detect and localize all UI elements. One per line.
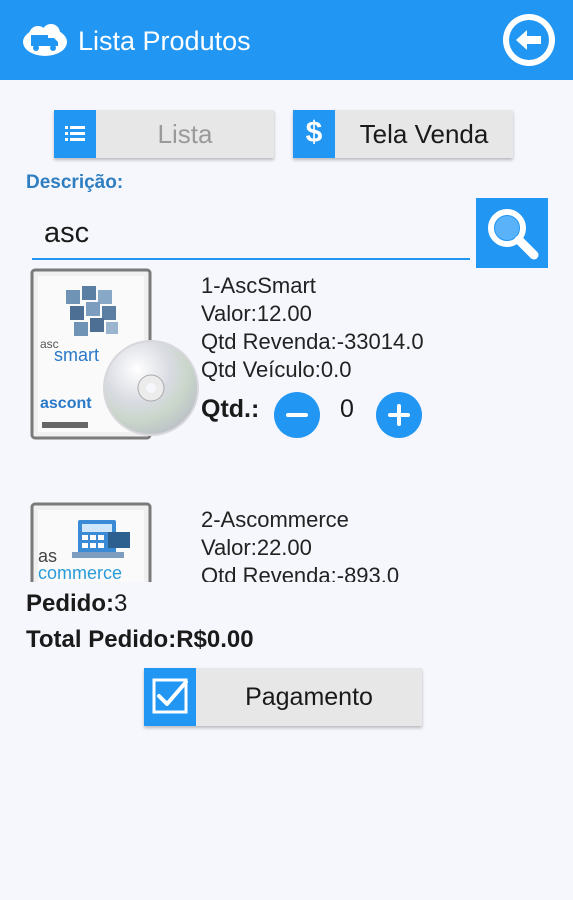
list-icon xyxy=(54,110,96,158)
search-input[interactable] xyxy=(32,208,470,260)
tela-venda-label: Tela Venda xyxy=(359,119,489,149)
pedido-label: Pedido: xyxy=(26,590,114,617)
lista-button[interactable]: Lista xyxy=(54,110,274,158)
product-qtd-revenda: Qtd Revenda:-893.0 xyxy=(201,563,400,582)
list-item[interactable]: asc smart ascont 1-AscSmart Valor:12.00 … xyxy=(0,266,573,486)
product-qtd-revenda: Qtd Revenda:-33014.0 xyxy=(201,329,424,354)
pagamento-button[interactable]: Pagamento xyxy=(144,668,422,726)
svg-text:commerce: commerce xyxy=(38,563,122,582)
app-bar: Lista Produtos xyxy=(0,0,573,80)
svg-text:ascont: ascont xyxy=(40,395,92,412)
list-item[interactable]: as commerce 2-Ascommerce Valor:22.00 Qtd… xyxy=(0,500,573,582)
qty-label: Qtd.: xyxy=(201,395,260,423)
quantity-stepper: Qtd.: 0 xyxy=(201,392,461,442)
product-image: as commerce xyxy=(30,502,152,582)
total-pedido: Total Pedido:R$0.00 xyxy=(26,626,254,654)
product-qtd-veiculo: Qtd Veículo:0.0 xyxy=(201,357,352,382)
page-title: Lista Produtos xyxy=(78,26,251,56)
product-title: 1-AscSmart xyxy=(201,273,316,298)
product-valor: Valor:22.00 xyxy=(201,535,312,560)
total-value: R$0.00 xyxy=(176,626,254,653)
svg-text:smart: smart xyxy=(54,345,99,365)
product-title: 2-Ascommerce xyxy=(201,507,349,532)
pedido-value: 3 xyxy=(114,590,128,617)
delivery-truck-cloud-icon xyxy=(23,24,67,56)
back-arrow-icon xyxy=(509,20,549,60)
lista-label: Lista xyxy=(157,119,213,149)
product-image: asc smart ascont xyxy=(30,268,199,440)
plus-icon[interactable] xyxy=(376,392,422,438)
tela-venda-button[interactable]: $ Tela Venda xyxy=(293,110,513,158)
qty-value: 0 xyxy=(340,395,354,423)
pagamento-label: Pagamento xyxy=(245,683,373,711)
minus-icon[interactable] xyxy=(274,392,320,438)
descricao-label: Descrição: xyxy=(26,172,124,193)
checkbox-icon xyxy=(144,668,196,726)
product-valor: Valor:12.00 xyxy=(201,301,312,326)
back-button[interactable] xyxy=(503,14,555,66)
product-list[interactable]: asc smart ascont 1-AscSmart Valor:12.00 … xyxy=(0,266,573,582)
pedido-count: Pedido:3 xyxy=(26,590,127,618)
total-label: Total Pedido: xyxy=(26,626,177,653)
search-icon xyxy=(488,209,539,260)
search-button[interactable] xyxy=(476,198,548,268)
dollar-icon: $ xyxy=(293,110,335,158)
